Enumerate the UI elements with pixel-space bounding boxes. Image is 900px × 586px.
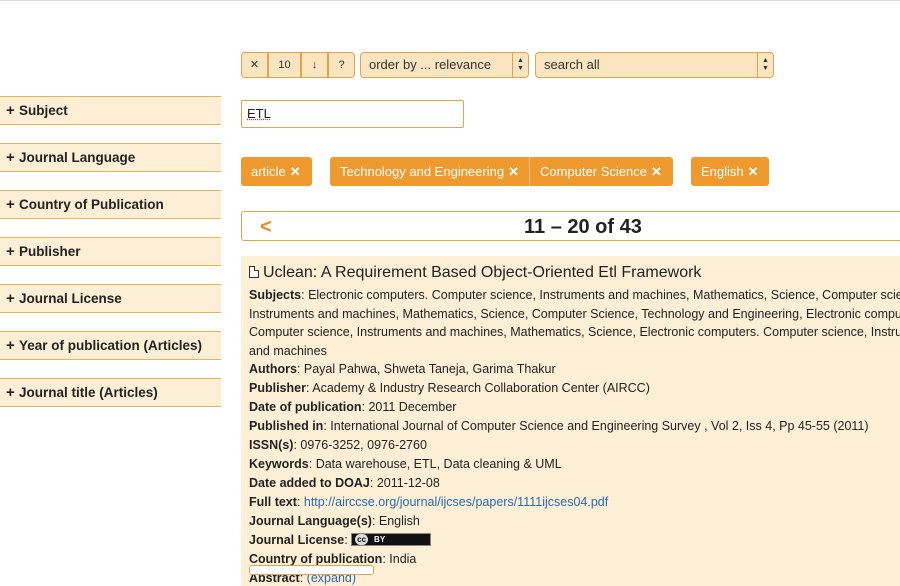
result-published-in: Published in: International Journal of C…: [249, 419, 869, 433]
chip-label: Computer Science: [540, 164, 647, 179]
issn-value: 0976-3252, 0976-2760: [300, 438, 427, 452]
close-icon[interactable]: ✕: [748, 164, 759, 179]
facet-journal-title[interactable]: + Journal title (Articles): [0, 378, 221, 407]
date-added-label: Date added to DOAJ: [249, 476, 370, 490]
publisher-value: Academy & Industry Research Collaboratio…: [312, 381, 650, 395]
subjects-value: Electronic computers. Computer science, …: [249, 288, 900, 358]
full-text-label: Full text: [249, 495, 297, 509]
pager: < 11 – 20 of 43: [241, 211, 900, 241]
facet-label: Journal License: [19, 291, 122, 306]
updown-arrows-icon: ▲ ▼: [757, 53, 773, 77]
result-authors: Authors: Payal Pahwa, Shweta Taneja, Gar…: [249, 362, 556, 376]
license-label: Journal License: [249, 533, 345, 547]
result-full-text: Full text: http://airccse.org/journal/ij…: [249, 495, 609, 509]
keywords-label: Keywords: [249, 457, 309, 471]
result-date: Date of publication: 2011 December: [249, 400, 457, 414]
issn-label: ISSN(s): [249, 438, 294, 452]
updown-arrows-icon: ▲ ▼: [512, 53, 528, 77]
close-icon[interactable]: ✕: [651, 164, 662, 179]
plus-icon: +: [6, 243, 15, 260]
facet-journal-license[interactable]: + Journal License: [0, 284, 221, 313]
question-icon: ?: [338, 59, 345, 71]
facet-label: Year of publication (Articles): [19, 338, 203, 353]
published-in-value: International Journal of Computer Scienc…: [330, 419, 869, 433]
plus-icon: +: [6, 196, 15, 213]
result-title[interactable]: Uclean: A Requirement Based Object-Orien…: [263, 264, 701, 281]
order-by-value: order by ... relevance: [369, 57, 492, 72]
result-publisher: Publisher: Academy & Industry Research C…: [249, 381, 650, 395]
plus-icon: +: [6, 102, 15, 119]
full-text-link[interactable]: http://airccse.org/journal/ijcses/papers…: [304, 495, 608, 509]
cc-by-license-icon[interactable]: cc BY: [351, 533, 432, 547]
search-input-value: ETL: [247, 106, 271, 121]
date-added-value: 2011-12-08: [376, 476, 440, 490]
close-icon[interactable]: ✕: [508, 164, 519, 179]
result-subjects: Subjects: Electronic computers. Computer…: [249, 286, 900, 360]
result-language: Journal Language(s): English: [249, 514, 420, 528]
plus-icon: +: [6, 337, 15, 354]
result-date-added: Date added to DOAJ: 2011-12-08: [249, 476, 440, 490]
top-divider: [0, 0, 900, 1]
page-size-value: 10: [278, 59, 291, 71]
keywords-value: Data warehouse, ETL, Data cleaning & UML: [315, 457, 562, 471]
clear-search-button[interactable]: ✕: [241, 52, 268, 78]
filter-chip-article[interactable]: article ✕: [241, 157, 312, 186]
plus-icon: +: [6, 384, 15, 401]
facet-label: Subject: [19, 103, 68, 118]
sort-direction-button[interactable]: ↓: [301, 52, 328, 78]
facet-publisher[interactable]: + Publisher: [0, 237, 221, 266]
publisher-label: Publisher: [249, 381, 306, 395]
filter-chip-technology-and-engineering[interactable]: Technology and Engineering ✕: [330, 157, 529, 186]
plus-icon: +: [6, 290, 15, 307]
search-input[interactable]: ETL: [241, 100, 464, 128]
previous-page-button[interactable]: <: [260, 212, 272, 242]
close-icon: ✕: [249, 59, 260, 71]
help-button[interactable]: ?: [328, 52, 355, 78]
order-by-select[interactable]: order by ... relevance ▲ ▼: [360, 52, 529, 78]
filter-chip-computer-science[interactable]: Computer Science ✕: [530, 157, 673, 186]
search-scope-select[interactable]: search all ▲ ▼: [535, 52, 774, 78]
page-size-button[interactable]: 10: [268, 52, 301, 78]
facet-label: Journal Language: [19, 150, 136, 165]
facet-journal-language[interactable]: + Journal Language: [0, 143, 221, 172]
document-icon: [249, 266, 259, 278]
chip-label: article: [251, 164, 286, 179]
search-result: Uclean: A Requirement Based Object-Orien…: [241, 256, 900, 586]
authors-value: Payal Pahwa, Shweta Taneja, Garima Thaku…: [303, 362, 556, 376]
facet-year-of-publication[interactable]: + Year of publication (Articles): [0, 331, 221, 360]
by-badge-text: BY: [374, 535, 386, 545]
filter-chip-english[interactable]: English ✕: [691, 157, 769, 186]
language-label: Journal Language(s): [249, 514, 372, 528]
published-in-label: Published in: [249, 419, 324, 433]
date-value: 2011 December: [368, 400, 457, 414]
facet-label: Journal title (Articles): [19, 385, 158, 400]
facet-label: Publisher: [19, 244, 81, 259]
cc-badge-text: cc: [355, 534, 369, 546]
country-value: India: [389, 552, 417, 566]
plus-icon: +: [6, 149, 15, 166]
arrow-down-icon: ↓: [311, 59, 318, 71]
result-license: Journal License: cc BY: [249, 531, 900, 550]
close-icon[interactable]: ✕: [290, 164, 301, 179]
facet-label: Country of Publication: [19, 197, 164, 212]
authors-label: Authors: [249, 362, 297, 376]
result-action-button[interactable]: [249, 565, 374, 575]
chip-label: Technology and Engineering: [340, 164, 505, 179]
result-issn: ISSN(s): 0976-3252, 0976-2760: [249, 438, 427, 452]
language-value: English: [378, 514, 420, 528]
country-label: Country of publication: [249, 552, 383, 566]
search-scope-value: search all: [544, 57, 600, 72]
result-keywords: Keywords: Data warehouse, ETL, Data clea…: [249, 457, 562, 471]
date-label: Date of publication: [249, 400, 362, 414]
facet-subject[interactable]: + Subject: [0, 96, 221, 125]
facet-country-of-publication[interactable]: + Country of Publication: [0, 190, 221, 219]
subjects-label: Subjects: [249, 288, 302, 302]
result-range: 11 – 20 of 43: [524, 216, 642, 238]
result-title-row: Uclean: A Requirement Based Object-Orien…: [249, 264, 900, 282]
chip-label: English: [701, 164, 744, 179]
